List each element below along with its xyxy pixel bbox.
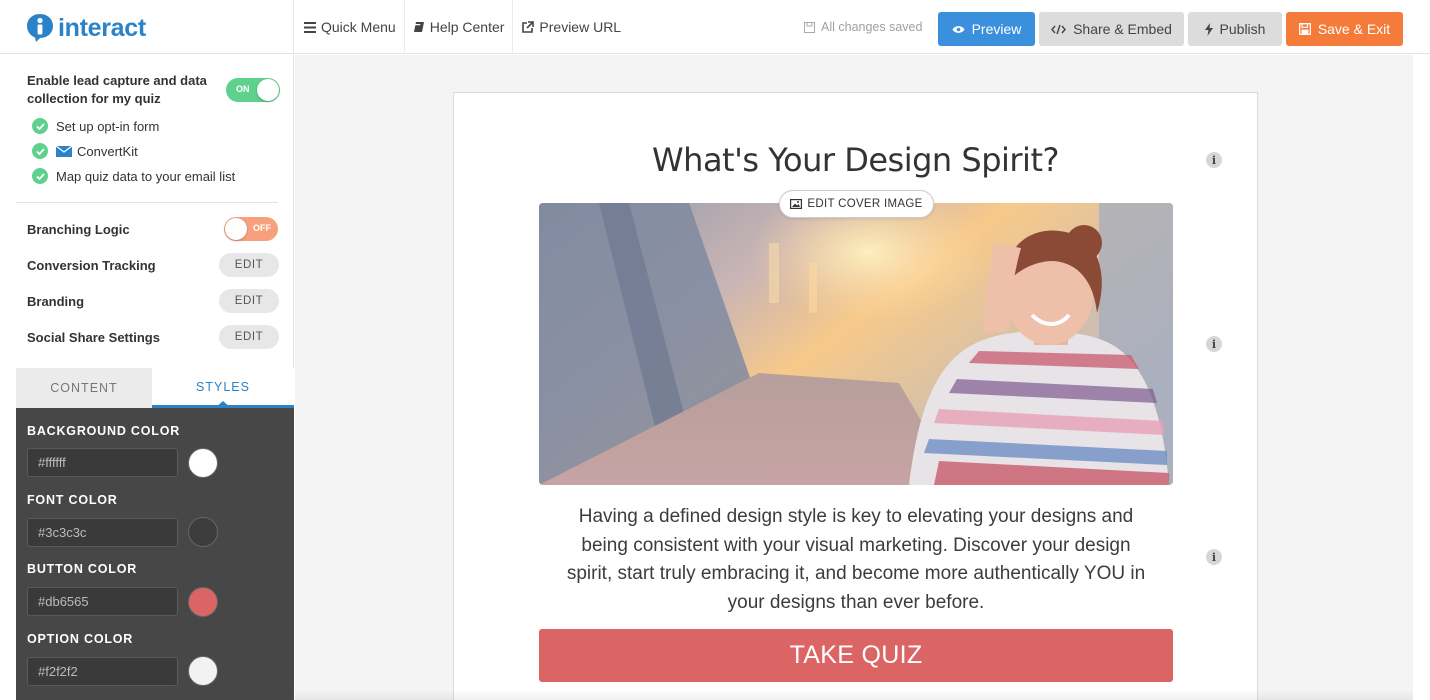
font-color-input[interactable]: #3c3c3c [27, 518, 178, 547]
external-link-icon [521, 20, 535, 34]
help-center-label: Help Center [429, 19, 505, 35]
floppy-disk-icon [804, 21, 815, 33]
save-exit-button[interactable]: Save & Exit [1286, 12, 1403, 46]
save-status-label: All changes saved [821, 20, 923, 34]
tab-content[interactable]: CONTENT [16, 368, 152, 408]
tab-styles[interactable]: STYLES [152, 368, 294, 408]
conversion-tracking-label: Conversion Tracking [27, 258, 156, 273]
top-nav: Quick Menu Help Center Preview URL [296, 0, 629, 54]
interact-logo-icon [26, 13, 54, 43]
edit-cover-label: EDIT COVER IMAGE [807, 198, 923, 210]
button-color-swatch[interactable] [188, 587, 218, 617]
social-share-settings-label: Social Share Settings [27, 330, 160, 345]
lead-capture-toggle[interactable]: ON [226, 78, 280, 102]
envelope-icon [56, 145, 72, 157]
preview-button[interactable]: Preview [938, 12, 1035, 46]
option-color-label: OPTION COLOR [27, 632, 134, 646]
step-convertkit[interactable]: ConvertKit [32, 143, 138, 159]
background-color-input[interactable]: #ffffff [27, 448, 178, 477]
step-label: Set up opt-in form [56, 118, 160, 134]
branding-label: Branding [27, 294, 85, 309]
cover-image[interactable] [539, 203, 1173, 485]
preview-label: Preview [971, 21, 1022, 37]
divider [16, 202, 278, 203]
top-bar: interact Quick Menu Help Center Preview … [0, 0, 1430, 54]
edit-cover-image-button[interactable]: EDIT COVER IMAGE [779, 190, 934, 218]
toggle-state-label: OFF [253, 223, 271, 233]
publish-label: Publish [1219, 21, 1266, 37]
background-color-label: BACKGROUND COLOR [27, 424, 181, 438]
code-icon [1051, 24, 1067, 35]
font-color-swatch[interactable] [188, 517, 218, 547]
quiz-title[interactable]: What's Your Design Spirit? [453, 141, 1258, 179]
branching-logic-label: Branching Logic [27, 222, 130, 237]
conversion-tracking-edit-button[interactable]: EDIT [219, 253, 279, 277]
quiz-description[interactable]: Having a defined design style is key to … [562, 503, 1150, 617]
logo-text: interact [58, 13, 146, 42]
check-icon [32, 168, 48, 184]
styles-panel: BACKGROUND COLOR #ffffff FONT COLOR #3c3… [16, 408, 294, 700]
branching-logic-toggle[interactable]: OFF [224, 217, 278, 241]
quick-menu-label: Quick Menu [321, 19, 396, 35]
step-opt-in-form[interactable]: Set up opt-in form [32, 118, 159, 134]
button-color-label: BUTTON COLOR [27, 562, 138, 576]
info-icon[interactable]: i [1206, 152, 1222, 168]
lightning-icon [1204, 22, 1213, 36]
publish-button[interactable]: Publish [1188, 12, 1282, 46]
background-color-swatch[interactable] [188, 448, 218, 478]
option-color-swatch[interactable] [188, 656, 218, 686]
social-share-edit-button[interactable]: EDIT [219, 325, 279, 349]
step-map-quiz-data[interactable]: Map quiz data to your email list [32, 168, 235, 184]
active-tab-caret-icon [215, 401, 231, 408]
sidebar: Enable lead capture and data collection … [0, 55, 294, 700]
preview-url-link[interactable]: Preview URL [513, 0, 629, 54]
save-exit-label: Save & Exit [1317, 21, 1391, 37]
save-status: All changes saved [804, 0, 922, 54]
preview-url-label: Preview URL [539, 19, 622, 35]
help-center-link[interactable]: Help Center [405, 0, 514, 54]
eye-icon [952, 25, 965, 34]
book-icon [413, 21, 425, 33]
divider [293, 0, 294, 54]
branding-edit-button[interactable]: EDIT [219, 289, 279, 313]
scrollbar-track[interactable] [1413, 55, 1430, 700]
check-icon [32, 143, 48, 159]
button-color-input[interactable]: #db6565 [27, 587, 178, 616]
take-quiz-button[interactable]: TAKE QUIZ [539, 629, 1173, 682]
hamburger-icon [304, 21, 316, 33]
step-label: Map quiz data to your email list [56, 168, 236, 184]
info-icon[interactable]: i [1206, 549, 1222, 565]
quick-menu-button[interactable]: Quick Menu [296, 0, 405, 54]
tab-styles-label: STYLES [196, 379, 250, 394]
toggle-state-label: ON [236, 84, 250, 94]
toggle-knob [257, 79, 279, 101]
info-icon[interactable]: i [1206, 336, 1222, 352]
save-icon [1298, 23, 1311, 35]
lead-capture-label: Enable lead capture and data collection … [27, 73, 207, 106]
toggle-knob [225, 218, 247, 240]
step-label: ConvertKit [77, 143, 138, 159]
check-icon [32, 118, 48, 134]
cover-photo [539, 203, 1173, 485]
logo[interactable]: interact [26, 12, 146, 44]
font-color-label: FONT COLOR [27, 493, 118, 507]
scroll-fade [295, 690, 1413, 700]
image-icon [790, 199, 803, 209]
share-embed-label: Share & Embed [1073, 21, 1172, 37]
option-color-input[interactable]: #f2f2f2 [27, 657, 178, 686]
sidebar-tabs: CONTENT STYLES [16, 368, 294, 408]
share-embed-button[interactable]: Share & Embed [1039, 12, 1184, 46]
